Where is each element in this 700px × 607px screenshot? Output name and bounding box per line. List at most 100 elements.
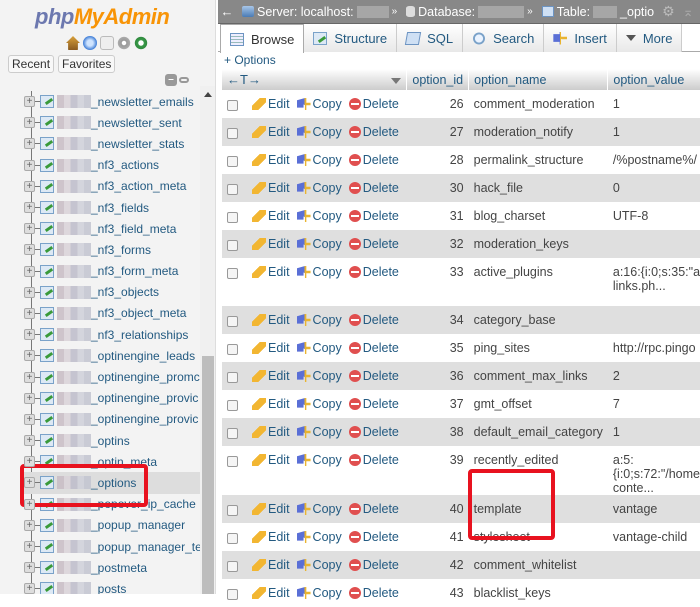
edit-button[interactable]: Edit [252, 530, 290, 544]
sidebar-table-label[interactable]: _postmeta [91, 561, 147, 575]
sidebar-table-item[interactable]: + _optinengine_leads [24, 345, 200, 366]
option-value-cell[interactable]: 2 [608, 362, 700, 390]
expand-icon[interactable]: + [24, 456, 35, 468]
sidebar-table-item[interactable]: + _newsletter_stats [24, 133, 200, 154]
expand-icon[interactable]: + [24, 223, 35, 235]
delete-button[interactable]: Delete [348, 209, 399, 223]
copy-button[interactable]: Copy [296, 181, 342, 195]
option-name-cell[interactable]: moderation_notify [469, 118, 608, 146]
option-name-cell[interactable]: template [469, 495, 608, 523]
sidebar-table-label[interactable]: _optinengine_provic [91, 412, 198, 426]
row-checkbox[interactable] [227, 211, 238, 223]
expand-icon[interactable]: + [24, 562, 35, 574]
column-header-option-id[interactable]: option_id [406, 69, 470, 90]
row-checkbox[interactable] [227, 99, 238, 111]
table-structure-icon[interactable] [40, 518, 54, 532]
option-name-cell[interactable]: default_email_category [469, 418, 608, 446]
expand-icon[interactable]: + [24, 307, 35, 319]
back-arrow-icon[interactable]: ← [218, 4, 236, 19]
column-resize-header[interactable]: ←T→ [222, 69, 408, 90]
sidebar-table-item[interactable]: + _postmeta [24, 557, 200, 578]
delete-button[interactable]: Delete [348, 153, 399, 167]
sidebar-table-item[interactable]: + _options [24, 472, 200, 494]
option-id-cell[interactable]: 36 [407, 362, 469, 390]
table-structure-icon[interactable] [40, 412, 54, 426]
sidebar-table-label[interactable]: _optinengine_provic [91, 391, 198, 405]
delete-button[interactable]: Delete [348, 530, 399, 544]
option-value-cell[interactable]: /%postname%/ [608, 146, 700, 174]
row-checkbox[interactable] [227, 239, 238, 251]
expand-icon[interactable]: + [24, 519, 35, 531]
edit-button[interactable]: Edit [252, 125, 290, 139]
option-value-cell[interactable]: vantage-child [608, 523, 700, 551]
option-id-cell[interactable]: 43 [407, 579, 469, 607]
tab-structure[interactable]: Structure [304, 24, 398, 52]
table-structure-icon[interactable] [40, 370, 54, 384]
sidebar-table-label[interactable]: _nf3_objects [91, 285, 159, 299]
sidebar-table-label[interactable]: _nf3_action_meta [91, 179, 186, 193]
option-name-cell[interactable]: recently_edited [469, 446, 608, 495]
sidebar-table-label[interactable]: _nf3_field_meta [91, 222, 176, 236]
sidebar-table-label[interactable]: _newsletter_emails [91, 95, 194, 109]
sidebar-table-label[interactable]: _popup_manager [91, 518, 185, 532]
row-checkbox[interactable] [227, 371, 238, 383]
sidebar-table-item[interactable]: + _optin_meta [24, 451, 200, 472]
tab-insert[interactable]: Insert [544, 24, 617, 52]
option-value-cell[interactable] [608, 306, 700, 334]
expand-icon[interactable]: + [24, 96, 35, 108]
option-id-cell[interactable]: 32 [407, 230, 469, 258]
breadcrumb-table[interactable]: Table: _optio [541, 5, 654, 19]
sidebar-table-label[interactable]: _newsletter_sent [91, 116, 182, 130]
delete-button[interactable]: Delete [348, 181, 399, 195]
delete-button[interactable]: Delete [348, 397, 399, 411]
sidebar-table-label[interactable]: _optins [91, 434, 130, 448]
option-value-cell[interactable]: a:16:{i:0;s:35:"a links.ph... [608, 258, 700, 306]
table-structure-icon[interactable] [40, 222, 54, 236]
table-structure-icon[interactable] [40, 540, 54, 554]
settings-icon[interactable] [117, 36, 131, 50]
expand-icon[interactable]: + [24, 244, 35, 256]
option-value-cell[interactable]: http://rpc.pingo [608, 334, 700, 362]
sidebar-table-label[interactable]: _nf3_object_meta [91, 306, 186, 320]
copy-button[interactable]: Copy [296, 425, 342, 439]
option-name-cell[interactable]: blog_charset [469, 202, 608, 230]
option-name-cell[interactable]: hack_file [469, 174, 608, 202]
copy-button[interactable]: Copy [296, 558, 342, 572]
option-id-cell[interactable]: 37 [407, 390, 469, 418]
option-name-cell[interactable]: active_plugins [469, 258, 608, 306]
edit-button[interactable]: Edit [252, 502, 290, 516]
sidebar-table-label[interactable]: _optinengine_leads [91, 349, 195, 363]
recent-button[interactable]: Recent [8, 55, 55, 73]
copy-button[interactable]: Copy [296, 369, 342, 383]
sidebar-table-item[interactable]: + _optinengine_provic [24, 388, 200, 409]
sidebar-table-item[interactable]: + _posts [24, 578, 200, 594]
copy-button[interactable]: Copy [296, 209, 342, 223]
option-name-cell[interactable]: category_base [469, 306, 608, 334]
option-value-cell[interactable]: vantage [608, 495, 700, 523]
row-checkbox[interactable] [227, 127, 238, 139]
option-id-cell[interactable]: 40 [407, 495, 469, 523]
sidebar-table-item[interactable]: + _nf3_object_meta [24, 303, 200, 324]
option-value-cell[interactable] [608, 230, 700, 258]
table-structure-icon[interactable] [40, 391, 54, 405]
delete-button[interactable]: Delete [348, 558, 399, 572]
option-value-cell[interactable] [608, 579, 700, 607]
option-value-cell[interactable]: UTF-8 [608, 202, 700, 230]
expand-icon[interactable]: + [24, 392, 35, 404]
table-structure-icon[interactable] [40, 158, 54, 172]
delete-button[interactable]: Delete [348, 125, 399, 139]
expand-icon[interactable]: + [24, 541, 35, 553]
expand-icon[interactable]: + [24, 435, 35, 447]
sidebar-table-item[interactable]: + _nf3_form_meta [24, 261, 200, 282]
favorites-button[interactable]: Favorites [58, 55, 116, 73]
option-id-cell[interactable]: 38 [407, 418, 469, 446]
expand-icon[interactable]: + [24, 371, 35, 383]
option-value-cell[interactable]: 1 [608, 118, 700, 146]
copy-button[interactable]: Copy [296, 125, 342, 139]
expand-icon[interactable]: + [24, 117, 35, 129]
expand-icon[interactable]: + [24, 159, 35, 171]
gear-icon[interactable]: ⚙ [662, 3, 675, 20]
tab-search[interactable]: Search [463, 24, 545, 52]
sidebar-table-label[interactable]: _newsletter_stats [91, 137, 184, 151]
table-structure-icon[interactable] [40, 349, 54, 363]
